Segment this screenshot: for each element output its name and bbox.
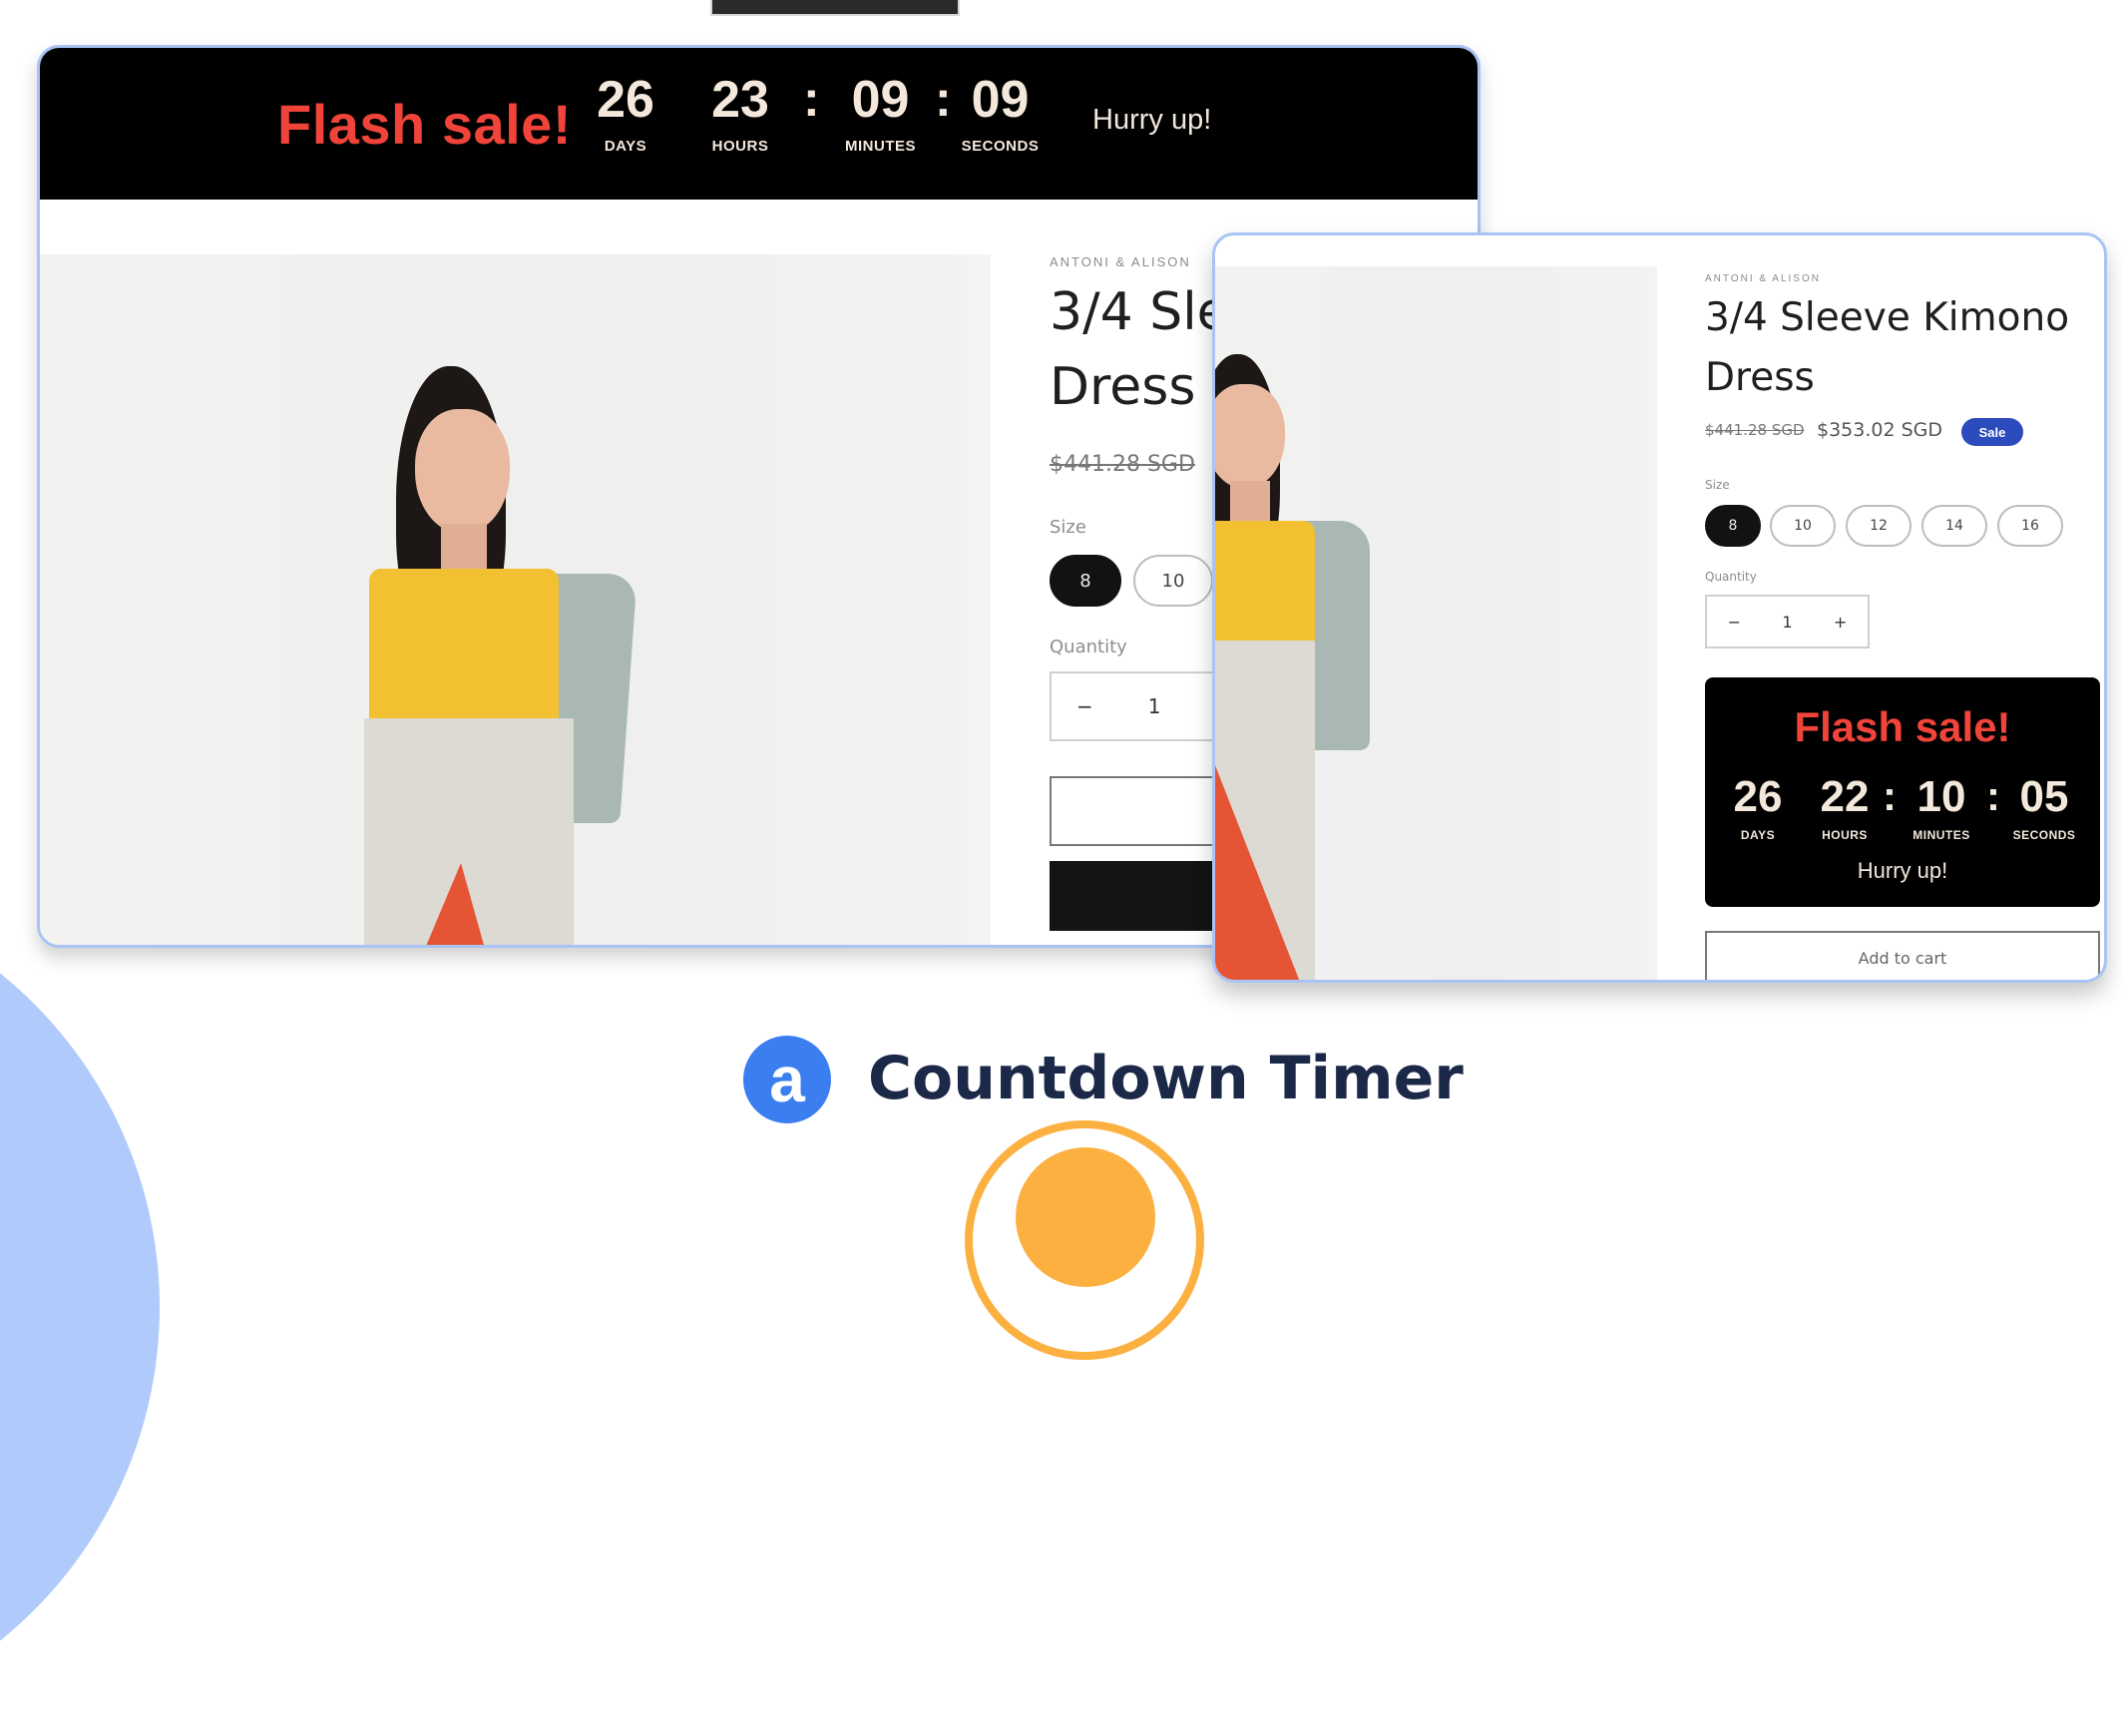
quantity-decrease-button[interactable]: − [1076, 694, 1093, 718]
quantity-increase-button[interactable]: + [1834, 613, 1847, 632]
banner-title: Flash sale! [277, 93, 572, 156]
hours-value: 22 [1820, 772, 1870, 821]
product-title-line2: Dress [1705, 355, 1815, 400]
separator: : [935, 71, 952, 127]
hours-unit: 22 HOURS [1810, 772, 1880, 842]
quantity-decrease-button[interactable]: − [1728, 613, 1741, 632]
days-value: 26 [1733, 772, 1783, 821]
product-brand: ANTONI & ALISON [1705, 273, 1821, 284]
product-title: 3/4 Sleeve Kimono [1705, 295, 2070, 340]
banner-subtitle: Hurry up! [1092, 104, 1212, 136]
size-option-12[interactable]: 12 [1846, 505, 1911, 547]
product-title-line2: Dress [1050, 357, 1196, 417]
size-label: Size [1050, 517, 1086, 538]
size-option-16[interactable]: 16 [1997, 505, 2063, 547]
separator: : [803, 71, 820, 127]
minutes-unit: 09 MINUTES [828, 70, 933, 155]
dress-yellow-panel [369, 569, 559, 723]
product-image [40, 254, 991, 945]
separator: : [1986, 772, 2000, 819]
minutes-value: 09 [851, 71, 910, 129]
minutes-value: 10 [1916, 772, 1966, 821]
seconds-unit: 09 SECONDS [958, 70, 1043, 155]
countdown-banner: Flash sale! 26 DAYS 23 HOURS : 09 MINUTE… [40, 48, 1478, 200]
minutes-label: MINUTES [1912, 828, 1970, 842]
size-option-10[interactable]: 10 [1133, 555, 1213, 607]
days-label: DAYS [1740, 828, 1776, 842]
decorative-blue-shape [0, 878, 160, 1736]
original-price: $441.28 SGD [1705, 421, 1805, 439]
quantity-label: Quantity [1050, 637, 1127, 657]
quantity-stepper[interactable]: − 1 + [1705, 595, 1870, 649]
quantity-value[interactable]: 1 [1148, 694, 1161, 718]
decorative-orange-disc [1016, 1147, 1155, 1287]
hours-label: HOURS [711, 138, 769, 155]
days-label: DAYS [604, 138, 647, 155]
minutes-unit: 10 MINUTES [1902, 772, 1981, 842]
separator: : [1883, 772, 1897, 819]
quantity-value[interactable]: 1 [1782, 613, 1792, 632]
app-logo-icon: a [743, 1036, 831, 1123]
hours-label: HOURS [1822, 828, 1868, 842]
timer-title: Flash sale! [1794, 703, 2011, 750]
quantity-label: Quantity [1705, 570, 1757, 584]
model-face [415, 409, 510, 534]
seconds-unit: 05 SECONDS [2004, 772, 2084, 842]
size-label: Size [1705, 478, 1730, 492]
size-option-8[interactable]: 8 [1705, 505, 1761, 547]
countdown-timer-block: Flash sale! 26 DAYS 22 HOURS : 10 MINUTE… [1705, 677, 2100, 907]
sale-price: $353.02 SGD [1817, 419, 1943, 441]
seconds-label: SECONDS [961, 138, 1040, 155]
product-title: 3/4 Sle [1050, 282, 1229, 342]
hours-value: 23 [711, 71, 769, 129]
original-price: $441.28 SGD [1050, 452, 1195, 477]
size-option-14[interactable]: 14 [1921, 505, 1987, 547]
sale-badge: Sale [1961, 418, 2023, 446]
product-page-with-timer-preview: ANTONI & ALISON 3/4 Sleeve Kimono Dress … [1212, 232, 2107, 983]
days-unit: 26 DAYS [591, 70, 660, 155]
add-to-cart-button[interactable]: Add to cart [1705, 931, 2100, 980]
product-brand: ANTONI & ALISON [1050, 254, 1191, 269]
seconds-label: SECONDS [2012, 828, 2076, 842]
dress-yellow-panel [1215, 521, 1315, 646]
app-name: Countdown Timer [868, 1044, 1464, 1113]
seconds-value: 05 [2019, 772, 2069, 821]
timer-subtitle: Hurry up! [1857, 858, 1948, 883]
minutes-label: MINUTES [845, 138, 916, 155]
product-image [1215, 266, 1657, 980]
size-option-10[interactable]: 10 [1770, 505, 1836, 547]
size-option-8[interactable]: 8 [1050, 555, 1121, 607]
top-dark-bar [710, 0, 960, 16]
days-value: 26 [597, 71, 654, 129]
hours-unit: 23 HOURS [700, 70, 780, 155]
days-unit: 26 DAYS [1727, 772, 1789, 842]
seconds-value: 09 [971, 71, 1030, 129]
